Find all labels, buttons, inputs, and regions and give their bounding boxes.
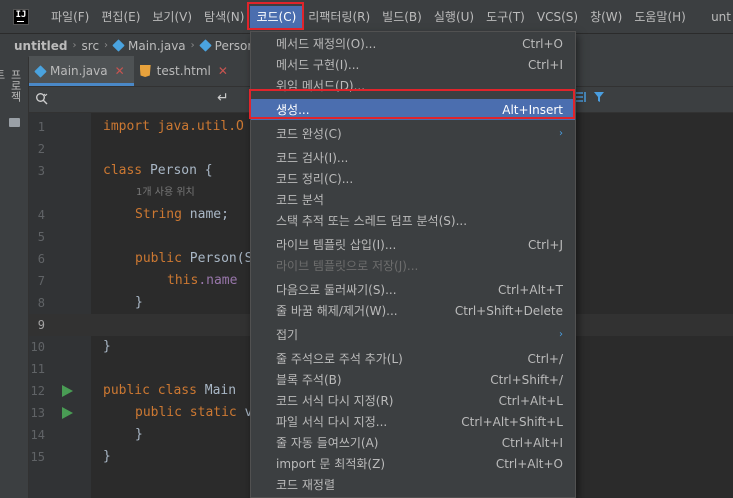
breadcrumb-file[interactable]: Main.java xyxy=(112,39,186,53)
html5-icon xyxy=(139,65,151,77)
menu-help[interactable]: 도움말(H) xyxy=(628,7,692,27)
menu-vcs[interactable]: VCS(S) xyxy=(531,7,584,27)
java-class-icon xyxy=(112,39,125,52)
chevron-right-icon: › xyxy=(559,329,563,340)
menu-code[interactable]: 코드(C) xyxy=(250,5,303,28)
filter-lines-icon[interactable] xyxy=(575,91,587,103)
menu-item-surround-with[interactable]: 다음으로 둘러싸기(S)... Ctrl+Alt+T xyxy=(251,279,575,300)
menu-tools[interactable]: 도구(T) xyxy=(480,7,531,27)
breadcrumb-project[interactable]: untitled xyxy=(14,39,68,53)
menu-item-analyze-code[interactable]: 코드 분석 xyxy=(251,189,575,210)
chevron-right-icon: › xyxy=(190,40,195,51)
run-icon[interactable] xyxy=(62,385,73,397)
menu-file[interactable]: 파일(F) xyxy=(45,7,95,27)
menu-edit[interactable]: 편집(E) xyxy=(95,7,146,27)
menu-item-delegate-methods[interactable]: 위임 메서드(D)... xyxy=(251,75,575,96)
menu-item-override-methods[interactable]: 메서드 재정의(O)... Ctrl+O xyxy=(251,33,575,54)
search-icon[interactable] xyxy=(35,92,49,106)
menu-item-rearrange-code[interactable]: 코드 재정렬 xyxy=(251,474,575,495)
chevron-right-icon: › xyxy=(104,40,109,51)
menu-window[interactable]: 창(W) xyxy=(584,7,628,27)
chevron-right-icon: › xyxy=(559,128,563,139)
menu-item-auto-indent[interactable]: 줄 자동 들여쓰기(A) Ctrl+Alt+I xyxy=(251,432,575,453)
intellij-logo-icon[interactable]: IJ xyxy=(13,8,29,25)
chevron-right-icon: › xyxy=(72,40,77,51)
menu-run[interactable]: 실행(U) xyxy=(428,7,480,27)
project-name-truncated: unt xyxy=(711,9,731,24)
menu-item-save-as-live-template: 라이브 템플릿으로 저장(J)... xyxy=(276,259,419,273)
project-tool-window-button[interactable]: 프로젝트 xyxy=(0,69,23,109)
menu-item-optimize-imports[interactable]: import 문 최적화(Z) Ctrl+Alt+O xyxy=(251,453,575,474)
menu-navigate[interactable]: 탐색(N) xyxy=(198,7,250,27)
code-menu-dropdown: 메서드 재정의(O)... Ctrl+O 메서드 구현(I)... Ctrl+I 위… xyxy=(250,31,576,498)
menu-item-reformat-file[interactable]: 파일 서식 다시 지정... Ctrl+Alt+Shift+L xyxy=(251,411,575,432)
menu-item-generate[interactable]: 생성... Alt+Insert xyxy=(251,99,575,120)
tab-main-java[interactable]: Main.java ✕ xyxy=(29,56,134,86)
close-icon[interactable]: ✕ xyxy=(218,64,228,78)
usage-hint[interactable]: 1개 사용 위치 xyxy=(136,182,195,204)
folder-icon[interactable] xyxy=(9,118,20,127)
search-filter-icons xyxy=(575,91,605,103)
left-tool-strip: 프로젝트 xyxy=(0,57,29,498)
menu-refactor[interactable]: 리팩터링(R) xyxy=(302,7,376,27)
menu-item-reformat-code[interactable]: 코드 서식 다시 지정(R) Ctrl+Alt+L xyxy=(251,390,575,411)
menu-view[interactable]: 보기(V) xyxy=(146,7,198,27)
menu-item-code-completion[interactable]: 코드 완성(C) › xyxy=(251,123,575,144)
java-class-icon xyxy=(34,64,47,78)
java-class-icon xyxy=(198,39,212,52)
filter-funnel-icon[interactable] xyxy=(593,91,605,103)
menu-item-implement-methods[interactable]: 메서드 구현(I)... Ctrl+I xyxy=(251,54,575,75)
menu-item-analyze-stack-trace[interactable]: 스택 추적 또는 스레드 덤프 분석(S)... xyxy=(251,210,575,231)
menu-item-folding[interactable]: 접기 › xyxy=(251,324,575,345)
breadcrumb-class[interactable]: Person xyxy=(198,39,255,53)
breadcrumb-src[interactable]: src xyxy=(82,39,100,53)
menu-item-insert-live-template[interactable]: 라이브 템플릿 삽입(I)... Ctrl+J xyxy=(251,234,575,255)
close-icon[interactable]: ✕ xyxy=(115,64,125,78)
menu-item-code-cleanup[interactable]: 코드 정리(C)... xyxy=(251,168,575,189)
menu-build[interactable]: 빌드(B) xyxy=(376,7,428,27)
menu-item-unwrap-remove[interactable]: 줄 바꿈 해제/제거(W)... Ctrl+Shift+Delete xyxy=(251,300,575,321)
run-icon[interactable] xyxy=(62,407,73,419)
menu-item-comment-line[interactable]: 줄 주석으로 주석 추가(L) Ctrl+/ xyxy=(251,348,575,369)
menu-item-comment-block[interactable]: 블록 주석(B) Ctrl+Shift+/ xyxy=(251,369,575,390)
menu-item-inspect-code[interactable]: 코드 검사(I)... xyxy=(251,147,575,168)
tab-test-html[interactable]: test.html ✕ xyxy=(134,56,237,86)
menu-bar: IJ 파일(F) 편집(E) 보기(V) 탐색(N) 코드(C) 리팩터링(R)… xyxy=(0,0,733,33)
enter-icon[interactable]: ↵ xyxy=(217,90,229,106)
